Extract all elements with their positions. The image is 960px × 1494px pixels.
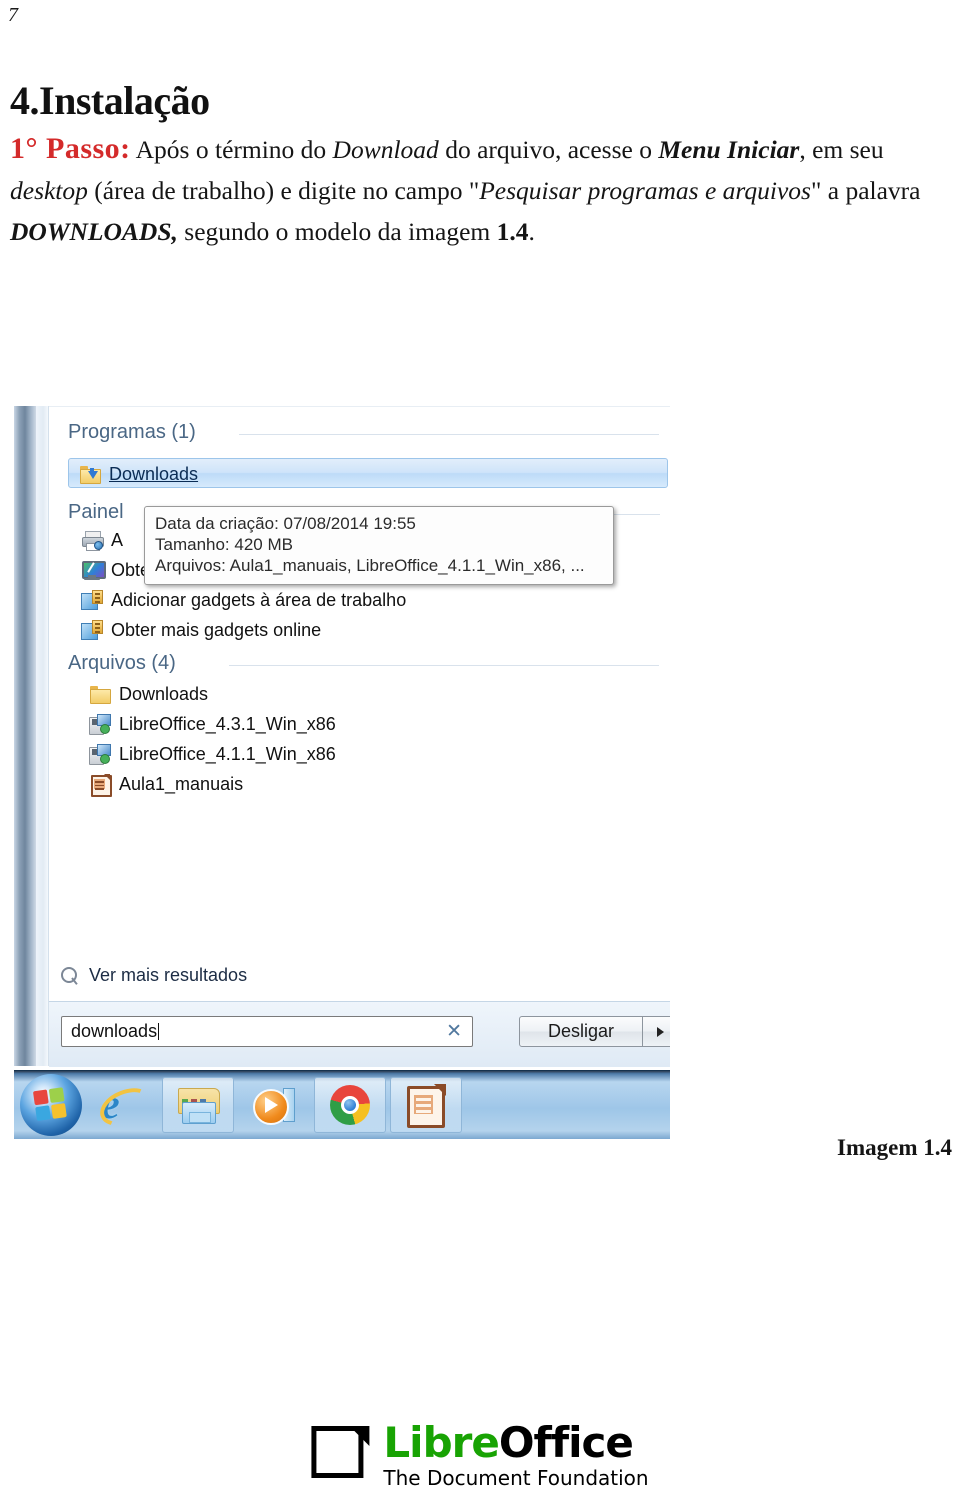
gadget-icon [81,589,103,611]
libreoffice-doc-icon [89,773,112,797]
group-header-arquivos: Arquivos (4) [68,652,176,674]
taskbar-windows-explorer[interactable] [162,1077,234,1133]
taskbar-google-chrome[interactable] [314,1077,386,1133]
result-label: Downloads [109,463,199,484]
folder-download-icon [79,463,101,485]
group-rule-programas [239,434,659,435]
display-theme-icon [81,559,106,581]
file-label: LibreOffice_4.3.1_Win_x86 [119,713,336,734]
tooltip-size: Tamanho: 420 MB [155,535,293,554]
windows-explorer-icon [176,1086,220,1124]
logo-office: Office [498,1418,634,1467]
group-rule-painel [614,514,660,515]
result-row-gadgets-online[interactable]: Obter mais gadgets online [81,619,321,641]
libreoffice-footer-logo: LibreOffice The Document Foundation [311,1422,649,1490]
see-more-results-link[interactable]: Ver mais resultados [60,965,247,986]
gadget-icon [81,619,103,641]
start-menu-screenshot: Programas (1) Downloads Painel A Obter m… [14,406,670,1138]
result-label: Adicionar gadgets à área de trabalho [111,589,407,610]
body-seg-5: " a palavra [810,176,921,205]
installer-icon [89,743,111,765]
google-chrome-icon [330,1085,370,1125]
tooltip-created-date: Data da criação: 07/08/2014 19:55 [155,514,416,533]
file-row-downloads[interactable]: Downloads [89,683,208,705]
see-more-label: Ver mais resultados [89,965,248,985]
chevron-right-icon [656,1026,664,1037]
download-word: Download [332,135,439,164]
libreoffice-name: LibreOffice [383,1422,648,1464]
body-paragraph: 1° Passo: Após o término do Download do … [10,128,932,252]
downloads-keyword: DOWNLOADS, [10,217,178,246]
body-seg-1: Após o término do [130,135,333,164]
page-number: 7 [8,4,18,26]
result-row-downloads-program[interactable]: Downloads [68,458,668,488]
clear-search-icon[interactable]: ✕ [446,1022,462,1041]
body-seg-3: , em seu [799,135,884,164]
file-row-libreoffice-431[interactable]: LibreOffice_4.3.1_Win_x86 [89,713,336,735]
logo-libre: Libre [383,1418,499,1467]
body-seg-7: . [528,217,535,246]
aero-bezel-inner [36,406,49,1066]
file-row-aula1-manuais[interactable]: Aula1_manuais [89,773,244,797]
search-icon [60,966,80,986]
start-menu-bottom-bar: downloads ✕ Desligar [49,1001,670,1067]
result-row-printer[interactable]: A [81,529,123,551]
search-field-name: Pesquisar programas e arquivos [479,176,811,205]
libreoffice-logo-icon [311,1426,370,1484]
step-label: 1° Passo: [10,132,131,165]
windows-media-player-icon [253,1086,295,1125]
desktop-word: desktop [10,176,88,205]
search-input[interactable]: downloads ✕ [61,1016,473,1047]
shutdown-options-button[interactable] [642,1016,670,1047]
result-label: A [111,529,124,550]
file-label: LibreOffice_4.1.1_Win_x86 [119,743,336,764]
shutdown-button[interactable]: Desligar [519,1016,643,1047]
start-menu-results-panel: Programas (1) Downloads Painel A Obter m… [49,406,670,1067]
file-row-libreoffice-411[interactable]: LibreOffice_4.1.1_Win_x86 [89,743,336,765]
start-orb-button[interactable] [20,1074,82,1136]
windows-logo-icon [32,1087,69,1123]
installer-icon [89,713,111,735]
search-input-value: downloads [71,1021,158,1041]
image-reference: 1.4 [496,217,529,246]
taskbar-libreoffice[interactable] [390,1077,462,1133]
folder-info-tooltip: Data da criação: 07/08/2014 19:55 Tamanh… [144,506,614,585]
group-rule-arquivos [229,665,659,666]
result-row-adicionar-gadgets[interactable]: Adicionar gadgets à área de trabalho [81,589,406,611]
figure-caption: Imagem 1.4 [837,1135,952,1160]
search-input-text-wrap: downloads [62,1021,446,1042]
windows-taskbar: e [14,1070,670,1139]
result-label: Obter mais gadgets online [111,619,322,640]
result-row-content: Downloads [79,463,198,485]
menu-iniciar-term: Menu Iniciar [658,135,800,164]
taskbar-windows-media-player[interactable] [238,1077,310,1133]
body-seg-2: do arquivo, acesse o [438,135,659,164]
shutdown-control: Desligar [519,1016,670,1047]
text-caret [158,1023,160,1040]
page-title: 4.Instalação [10,77,210,123]
group-header-programas: Programas (1) [68,421,196,443]
tooltip-files: Arquivos: Aula1_manuais, LibreOffice_4.1… [155,556,585,575]
body-seg-4: (área de trabalho) e digite no campo " [87,176,480,205]
body-seg-6: segundo o modelo da imagem [177,217,497,246]
logo-tagline: The Document Foundation [383,1466,649,1490]
file-label: Downloads [119,683,209,704]
folder-icon [89,683,111,705]
internet-explorer-icon: e [94,1081,158,1133]
libreoffice-wordmark: LibreOffice The Document Foundation [383,1422,649,1490]
aero-bezel-outer [14,406,37,1066]
printer-fax-icon [81,529,104,551]
taskbar-internet-explorer[interactable]: e [86,1077,158,1133]
libreoffice-icon [406,1084,446,1128]
group-header-painel: Painel [68,501,124,523]
file-label: Aula1_manuais [119,773,244,794]
